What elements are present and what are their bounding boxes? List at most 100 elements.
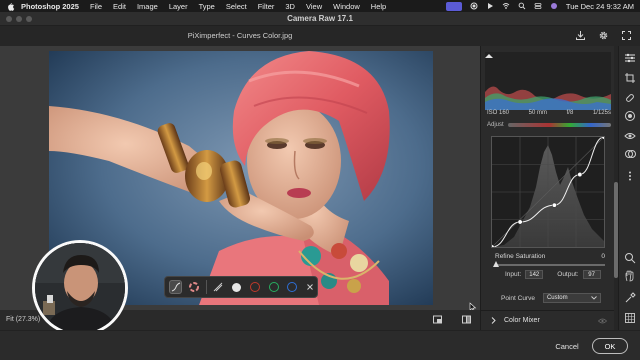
rgb-channel-icon (232, 282, 242, 292)
red-eye-icon[interactable] (624, 130, 636, 142)
adjust-channel-row: Adjust (487, 120, 611, 130)
curve-control-point[interactable] (577, 172, 583, 177)
parametric-curve-icon (214, 282, 223, 292)
parametric-curve-button[interactable] (212, 280, 225, 294)
menu-select[interactable]: Select (226, 2, 247, 11)
color-wheel-icon (189, 282, 200, 292)
exif-shutter-speed: 1/125s (592, 110, 611, 116)
channel-red-button[interactable] (249, 280, 262, 294)
close-icon (307, 284, 314, 290)
hand-icon[interactable] (624, 270, 636, 282)
fullscreen-icon[interactable] (621, 30, 632, 41)
output-field[interactable]: 97 (582, 270, 601, 279)
tool-strip (618, 46, 640, 330)
wifi-icon[interactable] (502, 2, 510, 10)
more-options-icon[interactable] (624, 170, 636, 182)
masking-icon[interactable] (624, 110, 636, 122)
photoshop-status-icon[interactable] (445, 1, 462, 11)
color-wheel-button[interactable] (187, 280, 200, 294)
menu-edit[interactable]: Edit (113, 2, 126, 11)
menu-filter[interactable]: Filter (258, 2, 275, 11)
view-mode-controls (432, 314, 472, 325)
curve-tool-button[interactable] (169, 280, 183, 294)
visibility-eye-icon[interactable] (598, 318, 607, 324)
channel-blue-button[interactable] (285, 280, 298, 294)
point-curve-select[interactable]: Custom (542, 293, 601, 303)
control-center-icon[interactable] (534, 2, 542, 10)
output-label: Output: (557, 271, 579, 278)
apple-menu-icon[interactable] (6, 2, 15, 11)
edit-panel: ISO 160 50 mm f/8 1/125s Adjust Refine S… (480, 46, 615, 330)
exif-aperture: f/8 (566, 110, 574, 116)
crop-icon[interactable] (624, 72, 636, 84)
menu-bar-status-area: Tue Dec 24 9:32 AM (445, 0, 634, 12)
curve-channel-toolbar (164, 276, 318, 298)
record-icon[interactable] (470, 2, 478, 10)
curve-control-point[interactable] (551, 202, 557, 208)
ok-button[interactable]: OK (592, 338, 628, 354)
cancel-button[interactable]: Cancel (548, 338, 586, 354)
close-toolbar-button[interactable] (304, 280, 317, 294)
toolbar-divider (205, 280, 207, 294)
refine-saturation-row: Refine Saturation 0 (495, 253, 605, 260)
tone-curve-graph[interactable] (489, 134, 607, 250)
point-curve-row: Point Curve Custom (501, 293, 601, 303)
before-after-view-icon[interactable] (461, 314, 472, 325)
shadow-clipping-indicator-icon[interactable] (485, 54, 493, 58)
presets-icon[interactable] (624, 148, 636, 160)
document-filename: PiXimperfect - Curves Color.jpg (187, 31, 293, 40)
red-channel-icon (250, 282, 261, 292)
menu-help[interactable]: Help (371, 2, 386, 11)
input-label: Input: (505, 271, 522, 278)
refine-saturation-label: Refine Saturation (495, 253, 546, 260)
green-channel-icon (268, 282, 279, 292)
channel-rgb-button[interactable] (230, 280, 243, 294)
menu-type[interactable]: Type (199, 2, 215, 11)
point-curve-selected: Custom (546, 295, 568, 301)
refine-saturation-slider[interactable] (493, 261, 605, 267)
presenter-webcam (32, 240, 128, 336)
grid-overlay-icon[interactable] (624, 312, 636, 324)
menu-image[interactable]: Image (137, 2, 158, 11)
menu-view[interactable]: View (306, 2, 322, 11)
window-title: Camera Raw 17.1 (287, 14, 353, 23)
input-field[interactable]: 142 (525, 270, 544, 279)
menu-app-name[interactable]: Photoshop 2025 (21, 2, 79, 11)
single-view-icon[interactable] (432, 314, 443, 325)
camera-raw-app: Photoshop 2025 File Edit Image Layer Typ… (0, 0, 640, 360)
exif-iso: ISO 160 (487, 110, 510, 116)
menu-layer[interactable]: Layer (169, 2, 188, 11)
save-image-icon[interactable] (575, 30, 586, 41)
curve-control-point[interactable] (517, 219, 523, 225)
play-icon[interactable] (486, 2, 494, 10)
heal-icon[interactable] (624, 92, 636, 104)
exif-info: ISO 160 50 mm f/8 1/125s (487, 110, 611, 120)
adjust-tool-icons[interactable] (507, 123, 611, 127)
exif-focal-length: 50 mm (528, 110, 547, 116)
menu-file[interactable]: File (90, 2, 102, 11)
input-output-row: Input: 142 Output: 97 (505, 270, 601, 279)
macos-menu-bar: Photoshop 2025 File Edit Image Layer Typ… (0, 0, 640, 12)
color-mixer-label: Color Mixer (504, 317, 540, 324)
slider-handle[interactable] (493, 261, 499, 267)
color-sampler-icon[interactable] (624, 292, 636, 304)
zoom-level[interactable]: Fit (27.3%) (6, 316, 40, 323)
zoom-icon[interactable] (624, 252, 636, 264)
menu-bar-clock[interactable]: Tue Dec 24 9:32 AM (566, 2, 634, 11)
document-header-tools (575, 30, 632, 41)
blue-channel-icon (286, 282, 297, 292)
histogram (485, 52, 611, 110)
document-header: PiXimperfect - Curves Color.jpg (0, 26, 640, 46)
color-mixer-section[interactable]: Color Mixer (481, 310, 615, 330)
window-title-bar: Camera Raw 17.1 (0, 12, 640, 26)
edit-sliders-icon[interactable] (624, 52, 636, 64)
menu-window[interactable]: Window (333, 2, 360, 11)
menu-3d[interactable]: 3D (285, 2, 295, 11)
siri-icon[interactable] (550, 2, 558, 10)
channel-green-button[interactable] (267, 280, 280, 294)
refine-saturation-value[interactable]: 0 (601, 253, 605, 260)
adjust-label: Adjust (487, 122, 504, 128)
search-icon[interactable] (518, 2, 526, 10)
settings-gear-icon[interactable] (598, 30, 609, 41)
curve-icon (171, 282, 180, 292)
